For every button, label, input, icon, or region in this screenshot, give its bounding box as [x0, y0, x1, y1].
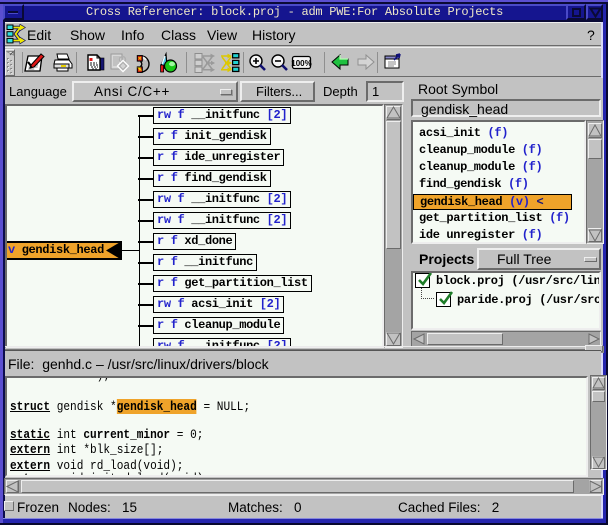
svg-text:100%: 100%	[291, 59, 311, 68]
